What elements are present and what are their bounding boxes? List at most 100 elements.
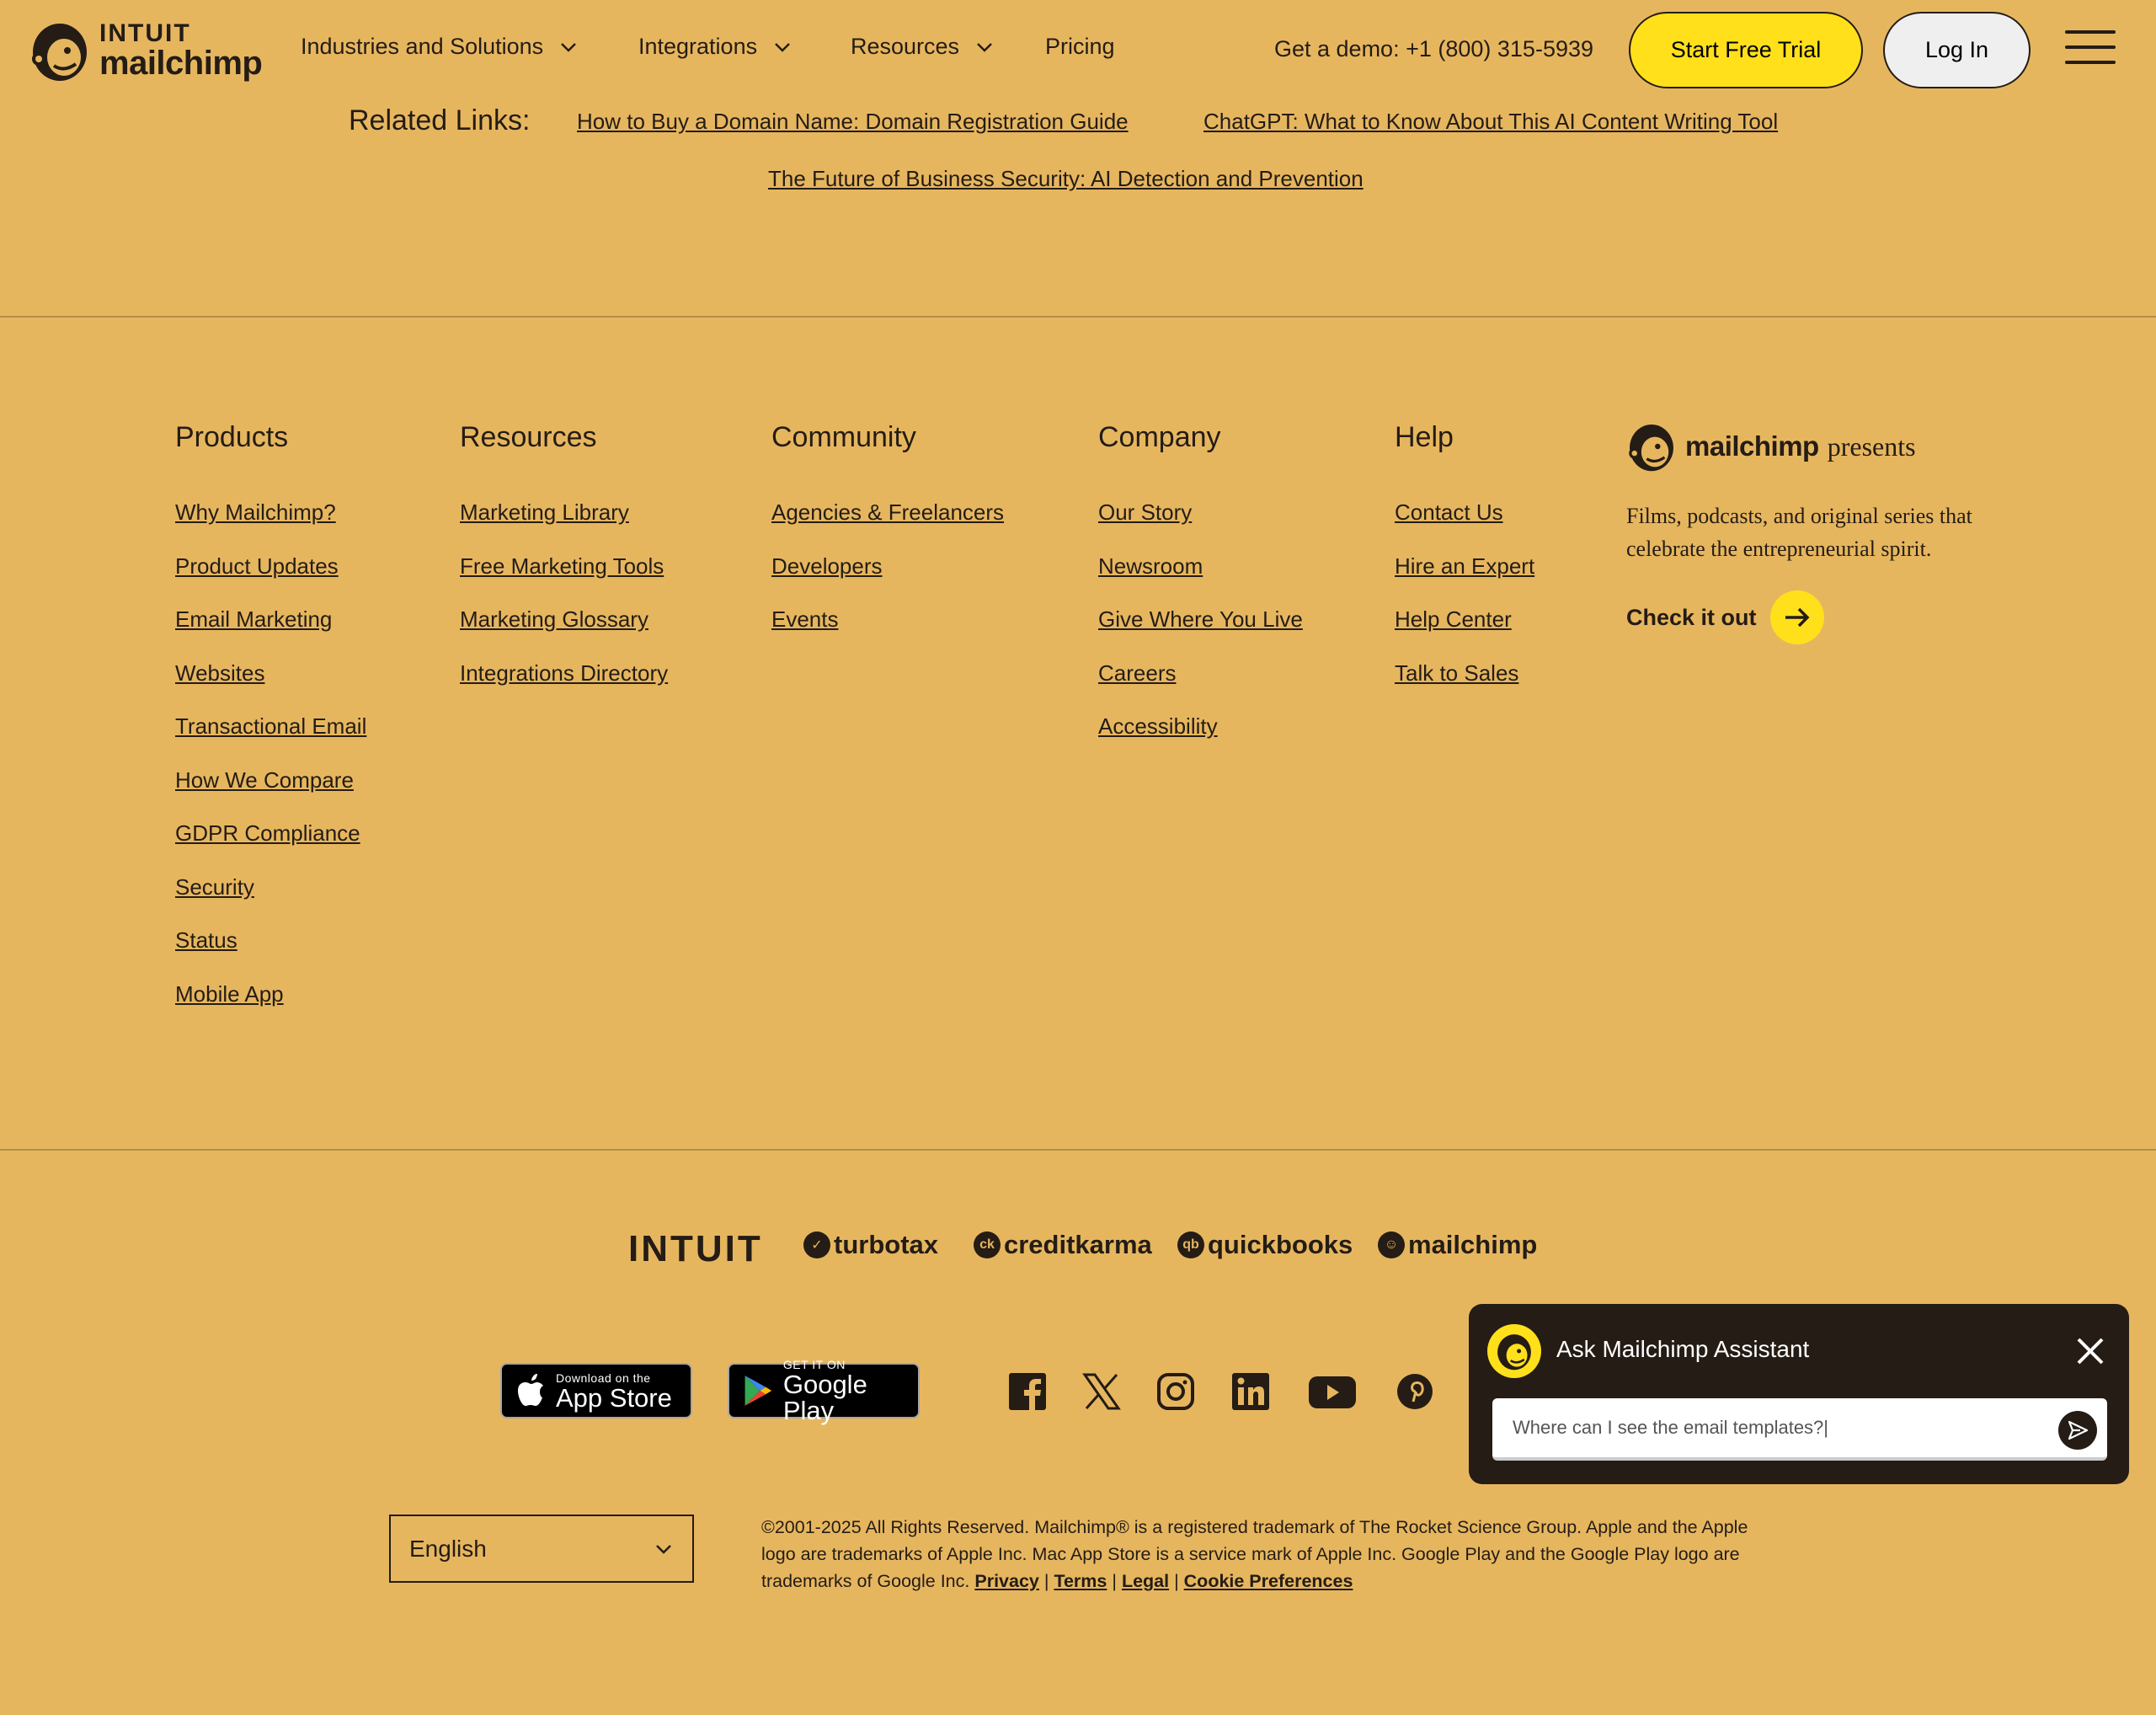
footer-link[interactable]: Accessibility — [1098, 713, 1303, 767]
related-link-domain[interactable]: How to Buy a Domain Name: Domain Registr… — [577, 109, 1129, 135]
intuit-brand-text: INTUIT — [628, 1228, 763, 1269]
column-title: Community — [771, 421, 916, 453]
nav-label: Pricing — [1045, 34, 1115, 59]
footer-link[interactable]: Our Story — [1098, 500, 1303, 553]
footer-link[interactable]: Give Where You Live — [1098, 606, 1303, 660]
app-store-badge[interactable]: Download on the App Store — [500, 1363, 692, 1418]
footer-link[interactable]: Help Center — [1395, 606, 1534, 660]
footer-link[interactable]: Marketing Library — [460, 500, 668, 553]
column-title: Resources — [460, 421, 597, 453]
footer-link[interactable]: Mobile App — [175, 981, 366, 1035]
legal-separator: | — [1112, 1571, 1117, 1591]
footer-link[interactable]: Security — [175, 874, 366, 928]
creditkarma-brand-link[interactable]: ck creditkarma — [974, 1230, 1152, 1260]
footer-link[interactable]: Hire an Expert — [1395, 553, 1534, 607]
send-icon[interactable] — [2058, 1411, 2097, 1450]
menu-icon[interactable] — [2065, 30, 2116, 64]
language-selected: English — [409, 1535, 487, 1562]
cookie-preferences-link[interactable]: Cookie Preferences — [1184, 1571, 1353, 1591]
turbotax-brand-text: turbotax — [834, 1230, 938, 1259]
legal-separator: | — [1174, 1571, 1179, 1591]
footer-link[interactable]: Developers — [771, 553, 1004, 607]
freddie-logo-icon — [32, 24, 87, 81]
footer-link[interactable]: Status — [175, 927, 366, 981]
related-link-security[interactable]: The Future of Business Security: AI Dete… — [768, 166, 1364, 192]
chevron-down-icon — [775, 42, 790, 52]
footer-link[interactable]: Websites — [175, 660, 366, 714]
check-it-out-label: Check it out — [1626, 604, 1757, 630]
quickbooks-brand-text: quickbooks — [1208, 1230, 1353, 1259]
footer-link[interactable]: GDPR Compliance — [175, 820, 366, 874]
nav-industries-solutions[interactable]: Industries and Solutions — [301, 34, 579, 60]
chevron-down-icon — [561, 42, 577, 52]
column-title: Company — [1098, 421, 1221, 453]
footer-link[interactable]: Free Marketing Tools — [460, 553, 668, 607]
nav-pricing[interactable]: Pricing — [1045, 34, 1115, 60]
footer-link[interactable]: Email Marketing — [175, 606, 366, 660]
apple-icon — [518, 1374, 543, 1406]
footer-column-community: Community Agencies & Freelancers Develop… — [771, 421, 1004, 660]
footer-link[interactable]: Careers — [1098, 660, 1303, 714]
facebook-icon[interactable] — [1007, 1371, 1048, 1412]
mailchimp-icon: ☺ — [1378, 1231, 1405, 1258]
presents-brand-text: mailchimp — [1685, 430, 1819, 462]
footer-link[interactable]: Newsroom — [1098, 553, 1303, 607]
related-links-label: Related Links: — [349, 104, 531, 136]
logo-mailchimp-text: mailchimp — [99, 45, 263, 82]
footer-link[interactable]: Marketing Glossary — [460, 606, 668, 660]
terms-link[interactable]: Terms — [1054, 1571, 1107, 1591]
footer-link[interactable]: Contact Us — [1395, 500, 1534, 553]
youtube-icon[interactable] — [1307, 1371, 1358, 1412]
footer-column-company: Company Our Story Newsroom Give Where Yo… — [1098, 421, 1303, 767]
footer-link[interactable]: Talk to Sales — [1395, 660, 1534, 714]
footer-link[interactable]: Why Mailchimp? — [175, 500, 366, 553]
assistant-input-value: Where can I see the email templates?| — [1513, 1417, 1829, 1438]
pinterest-icon[interactable] — [1395, 1371, 1435, 1412]
legal-separator: | — [1043, 1571, 1049, 1591]
presents-brand: mailchimp presents — [1626, 419, 1997, 474]
column-title: Help — [1395, 421, 1454, 453]
presents-description: Films, podcasts, and original series tha… — [1626, 504, 1972, 561]
instagram-icon[interactable] — [1155, 1371, 1196, 1412]
privacy-link[interactable]: Privacy — [974, 1571, 1039, 1591]
logo-intuit-text: INTUIT — [99, 19, 191, 47]
nav-label: Integrations — [638, 34, 758, 59]
mailchimp-brand-link[interactable]: ☺ mailchimp — [1378, 1230, 1537, 1260]
freddie-logo-icon — [1629, 425, 1673, 472]
footer-link[interactable]: Events — [771, 606, 1004, 660]
assistant-input[interactable]: Where can I see the email templates?| — [1492, 1398, 2107, 1461]
start-free-trial-button[interactable]: Start Free Trial — [1629, 12, 1863, 88]
linkedin-icon[interactable] — [1230, 1371, 1271, 1412]
footer-column-products: Products Why Mailchimp? Product Updates … — [175, 421, 366, 1034]
footer-link[interactable]: Integrations Directory — [460, 660, 668, 714]
creditkarma-brand-text: creditkarma — [1004, 1230, 1152, 1259]
intuit-mailchimp-logo[interactable]: INTUIT mailchimp — [29, 17, 263, 84]
footer-link[interactable]: Product Updates — [175, 553, 366, 607]
log-in-button[interactable]: Log In — [1883, 12, 2031, 88]
legal-text: ©2001-2025 All Rights Reserved. Mailchim… — [761, 1514, 1772, 1595]
arrow-right-icon — [1769, 590, 1824, 644]
language-select[interactable]: English — [389, 1515, 694, 1583]
nav-label: Industries and Solutions — [301, 34, 544, 59]
related-link-chatgpt[interactable]: ChatGPT: What to Know About This AI Cont… — [1203, 109, 1778, 135]
demo-phone-link[interactable]: Get a demo: +1 (800) 315-5939 — [1274, 36, 1593, 62]
footer-link[interactable]: Transactional Email — [175, 713, 366, 767]
intuit-brand-link[interactable]: INTUIT — [628, 1228, 763, 1270]
google-play-icon — [744, 1376, 772, 1406]
mailchimp-brand-text: mailchimp — [1408, 1230, 1538, 1259]
site-header: INTUIT mailchimp Industries and Solution… — [0, 0, 2156, 101]
nav-resources[interactable]: Resources — [851, 34, 995, 60]
footer-link[interactable]: How We Compare — [175, 767, 366, 821]
google-play-badge[interactable]: GET IT ON Google Play — [728, 1358, 920, 1424]
check-it-out-link[interactable]: Check it out — [1626, 590, 1997, 644]
legal-link[interactable]: Legal — [1122, 1571, 1169, 1591]
section-divider — [0, 1149, 2156, 1151]
footer-column-help: Help Contact Us Hire an Expert Help Cent… — [1395, 421, 1534, 713]
x-icon[interactable] — [1081, 1371, 1122, 1412]
quickbooks-brand-link[interactable]: qb quickbooks — [1177, 1230, 1353, 1260]
footer-link[interactable]: Agencies & Freelancers — [771, 500, 1004, 553]
presents-word: presents — [1827, 430, 1916, 462]
close-icon[interactable] — [2073, 1334, 2107, 1368]
nav-integrations[interactable]: Integrations — [638, 34, 792, 60]
turbotax-brand-link[interactable]: ✓ turbotax — [803, 1230, 938, 1260]
